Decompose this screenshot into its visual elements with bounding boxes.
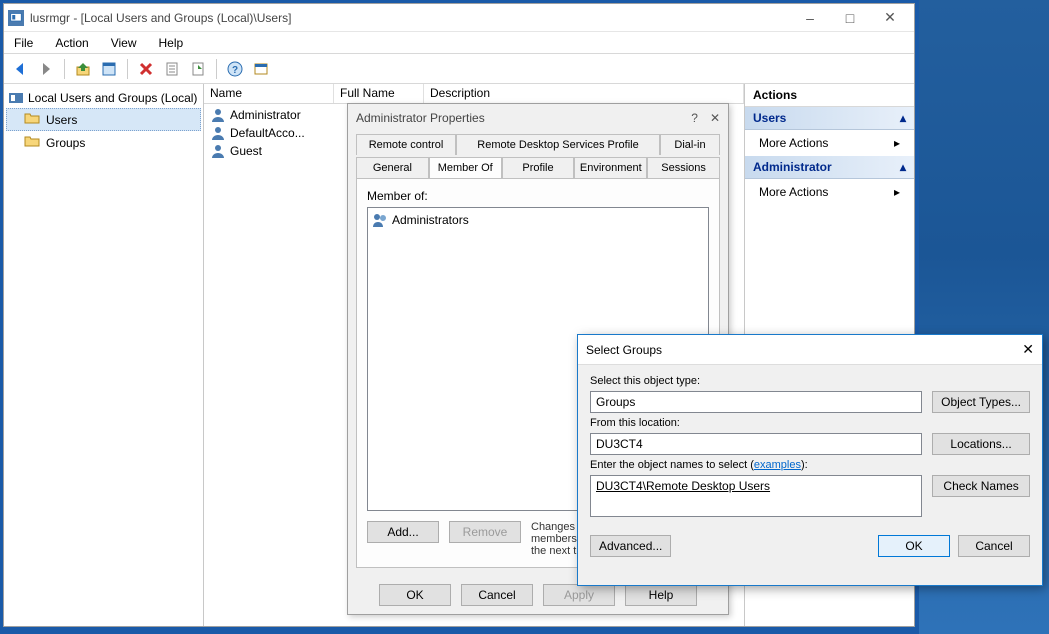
action-label: More Actions (759, 185, 828, 199)
tree-groups[interactable]: Groups (6, 131, 201, 154)
action-label: More Actions (759, 136, 828, 150)
action-more-admin[interactable]: More Actions ▸ (745, 179, 914, 205)
forward-button[interactable] (34, 57, 58, 81)
object-type-field: Groups (590, 391, 922, 413)
folder-icon (24, 110, 40, 129)
location-label: From this location: (590, 417, 922, 429)
collapse-icon: ▴ (900, 160, 906, 174)
collapse-icon: ▴ (900, 111, 906, 125)
close-icon[interactable]: ✕ (710, 111, 720, 125)
action-section-label: Users (753, 111, 786, 125)
user-name: Administrator (230, 108, 301, 122)
menu-view[interactable]: View (107, 34, 141, 52)
maximize-button[interactable]: □ (830, 6, 870, 30)
menu-action[interactable]: Action (51, 34, 92, 52)
toolbar: ? (4, 54, 914, 84)
location-field: DU3CT4 (590, 433, 922, 455)
export-button[interactable] (186, 57, 210, 81)
object-types-button[interactable]: Object Types... (932, 391, 1030, 413)
dialog-titlebar[interactable]: Select Groups ✕ (578, 335, 1042, 365)
tab-profile[interactable]: Profile (502, 157, 575, 178)
user-icon (210, 107, 226, 123)
col-fullname[interactable]: Full Name (334, 84, 424, 103)
up-button[interactable] (71, 57, 95, 81)
member-of-label: Member of: (367, 189, 709, 203)
dialog-titlebar[interactable]: Administrator Properties ? ✕ (348, 104, 728, 132)
tab-remote-control[interactable]: Remote control (356, 134, 456, 155)
refresh-button[interactable] (160, 57, 184, 81)
dialog-title: Administrator Properties (356, 111, 485, 125)
list-header: Name Full Name Description (204, 84, 744, 104)
dialog-title: Select Groups (586, 343, 662, 357)
action-more-users[interactable]: More Actions ▸ (745, 130, 914, 156)
user-name: DefaultAcco... (230, 126, 305, 140)
tree-root[interactable]: Local Users and Groups (Local) (6, 88, 201, 108)
user-name: Guest (230, 144, 262, 158)
menubar: File Action View Help (4, 32, 914, 54)
select-groups-dialog: Select Groups ✕ Select this object type:… (577, 334, 1043, 586)
col-name[interactable]: Name (204, 84, 334, 103)
remove-button[interactable]: Remove (449, 521, 521, 543)
ok-button[interactable]: OK (379, 584, 451, 606)
tree-root-label: Local Users and Groups (Local) (28, 91, 197, 105)
tree-item-label: Users (46, 113, 77, 127)
help-button[interactable]: ? (223, 57, 247, 81)
chevron-right-icon: ▸ (894, 185, 900, 199)
user-icon (210, 125, 226, 141)
add-button[interactable]: Add... (367, 521, 439, 543)
menu-file[interactable]: File (10, 34, 37, 52)
menu-help[interactable]: Help (155, 34, 188, 52)
group-icon (372, 212, 388, 228)
tree-item-label: Groups (46, 136, 85, 150)
advanced-button[interactable]: Advanced... (590, 535, 671, 557)
cancel-button[interactable]: Cancel (958, 535, 1030, 557)
tree-panel: Local Users and Groups (Local) Users Gro… (4, 84, 204, 626)
chevron-right-icon: ▸ (894, 136, 900, 150)
titlebar[interactable]: lusrmgr - [Local Users and Groups (Local… (4, 4, 914, 32)
cancel-button[interactable]: Cancel (461, 584, 533, 606)
back-button[interactable] (8, 57, 32, 81)
close-button[interactable]: ✕ (870, 6, 910, 30)
actions-title: Actions (745, 84, 914, 107)
apply-button[interactable]: Apply (543, 584, 615, 606)
tab-sessions[interactable]: Sessions (647, 157, 720, 178)
tab-rds-profile[interactable]: Remote Desktop Services Profile (456, 134, 660, 155)
tab-general[interactable]: General (356, 157, 429, 178)
delete-button[interactable] (134, 57, 158, 81)
check-names-button[interactable]: Check Names (932, 475, 1030, 497)
tree-users[interactable]: Users (6, 108, 201, 131)
app-icon (8, 10, 24, 26)
col-description[interactable]: Description (424, 84, 744, 103)
help-button[interactable]: Help (625, 584, 697, 606)
tab-environment[interactable]: Environment (574, 157, 647, 178)
svg-text:?: ? (232, 65, 238, 76)
member-row[interactable]: Administrators (370, 210, 706, 230)
object-names-input[interactable]: DU3CT4\Remote Desktop Users (590, 475, 922, 517)
names-label: Enter the object names to select (exampl… (590, 459, 922, 471)
minimize-button[interactable]: – (790, 6, 830, 30)
user-icon (210, 143, 226, 159)
action-section-users[interactable]: Users ▴ (745, 107, 914, 130)
close-icon[interactable]: ✕ (1022, 341, 1034, 358)
properties-button[interactable] (97, 57, 121, 81)
view-button[interactable] (249, 57, 273, 81)
examples-link[interactable]: examples (754, 459, 801, 471)
locations-button[interactable]: Locations... (932, 433, 1030, 455)
tab-dialin[interactable]: Dial-in (660, 134, 720, 155)
window-title: lusrmgr - [Local Users and Groups (Local… (30, 11, 790, 25)
folder-icon (24, 133, 40, 152)
ok-button[interactable]: OK (878, 535, 950, 557)
tab-member-of[interactable]: Member Of (429, 157, 502, 178)
action-section-label: Administrator (753, 160, 832, 174)
object-type-label: Select this object type: (590, 375, 922, 387)
action-section-admin[interactable]: Administrator ▴ (745, 156, 914, 179)
help-icon[interactable]: ? (691, 111, 698, 125)
member-name: Administrators (392, 213, 469, 227)
